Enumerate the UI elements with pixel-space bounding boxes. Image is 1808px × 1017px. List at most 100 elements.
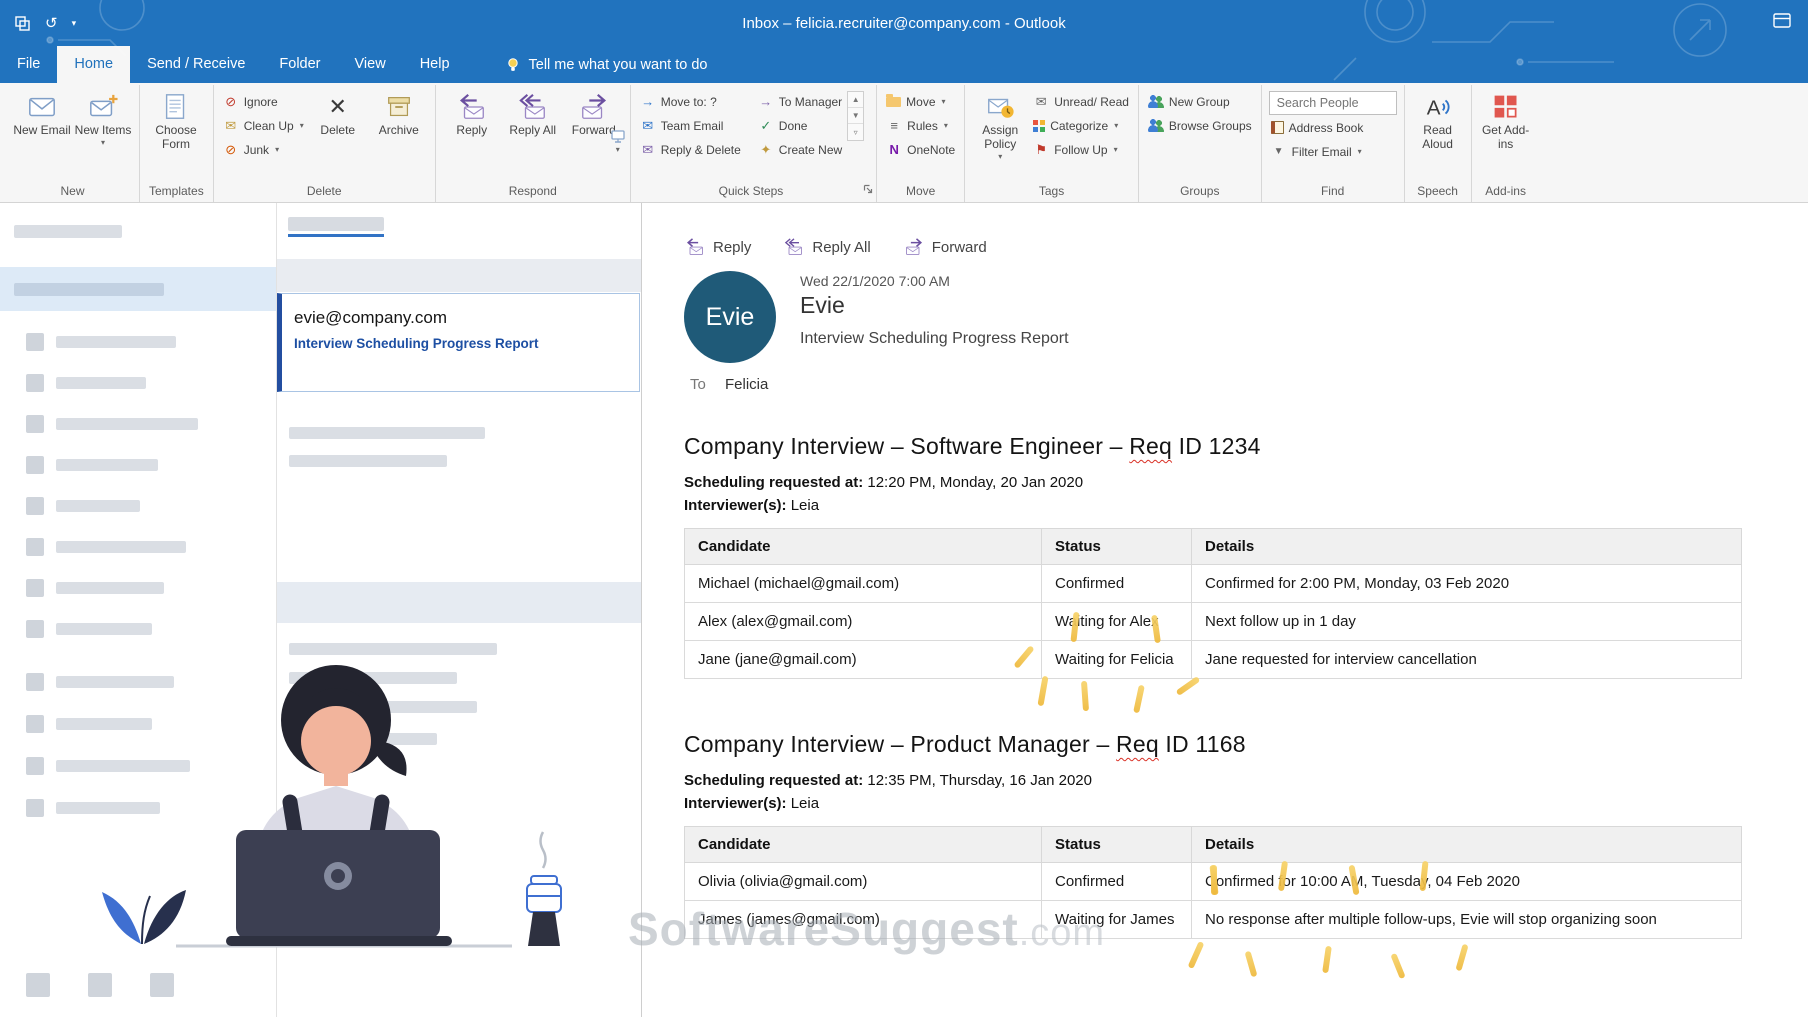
tab-send-receive[interactable]: Send / Receive [130, 46, 262, 83]
move-button[interactable]: Move ▾ [884, 90, 957, 113]
categorize-button[interactable]: Categorize ▾ [1031, 114, 1131, 137]
create-new-quickstep[interactable]: ✦ Create New [756, 138, 844, 161]
cell-status: Waiting for Alex [1042, 603, 1192, 641]
section-heading: Company Interview – Software Engineer – … [684, 433, 1768, 460]
to-manager-quickstep[interactable]: → To Manager [756, 90, 844, 113]
reply-delete-quickstep[interactable]: ✉ Reply & Delete [638, 138, 743, 161]
tab-view[interactable]: View [338, 46, 403, 83]
ribbon-display-options-icon[interactable] [1772, 12, 1792, 35]
message-body: Company Interview – Software Engineer – … [684, 433, 1768, 939]
reply-all-icon [518, 90, 548, 124]
placeholder-bar [56, 802, 160, 814]
nav-mail-icon[interactable] [26, 973, 50, 997]
placeholder-bar [289, 701, 477, 713]
assign-policy-icon [985, 90, 1015, 124]
address-book-label: Address Book [1289, 121, 1364, 135]
respond-more-button[interactable]: ▾ [610, 129, 626, 154]
message-reply-button[interactable]: Reply [684, 237, 751, 257]
nav-calendar-icon[interactable] [88, 973, 112, 997]
reply-button[interactable]: Reply [443, 87, 501, 138]
delete-label: Delete [320, 124, 355, 138]
new-group-label: New Group [1169, 95, 1230, 109]
follow-up-button[interactable]: ⚑ Follow Up ▾ [1031, 138, 1131, 161]
message-forward-button[interactable]: Forward [903, 237, 987, 257]
list-group-header [277, 582, 641, 623]
nav-people-icon[interactable] [150, 973, 174, 997]
group-label-delete: Delete [221, 181, 428, 202]
junk-button[interactable]: ⊘ Junk ▾ [221, 138, 306, 161]
dropdown-caret-icon: ▾ [101, 139, 105, 147]
new-group-button[interactable]: New Group [1146, 90, 1254, 113]
message-reply-all-label: Reply All [812, 239, 870, 256]
create-new-icon: ✦ [758, 142, 774, 158]
reply-all-label: Reply All [509, 124, 556, 138]
move-to-quickstep[interactable]: → Move to: ? [638, 90, 743, 113]
placeholder-icon [26, 374, 44, 392]
done-quickstep[interactable]: ✓ Done [756, 114, 844, 137]
cell-candidate: Olivia (olivia@gmail.com) [685, 863, 1042, 901]
selected-email-item[interactable]: evie@company.com Interview Scheduling Pr… [277, 293, 640, 392]
choose-form-button[interactable]: Choose Form [147, 87, 205, 152]
new-email-label: New Email [13, 124, 70, 138]
message-sender-name: Evie [800, 292, 1069, 319]
delete-button[interactable]: ✕ Delete [309, 87, 367, 138]
ribbon-group-quick-steps: → Move to: ? ✉ Team Email ✉ Reply & Dele… [631, 85, 877, 202]
titlebar: ↺ ▾ Inbox – felicia.recruiter@company.co… [0, 0, 1808, 46]
ignore-icon: ⊘ [223, 94, 239, 110]
scheduling-value: 12:35 PM, Thursday, 16 Jan 2020 [867, 772, 1092, 789]
address-book-button[interactable]: Address Book [1269, 116, 1397, 139]
gallery-more-icon[interactable]: ▿ [848, 124, 863, 140]
interviewer-label: Interviewer(s): [684, 795, 787, 812]
assign-policy-button[interactable]: Assign Policy ▾ [972, 87, 1028, 161]
quick-steps-dialog-launcher[interactable] [863, 181, 873, 199]
clean-up-button[interactable]: ✉ Clean Up ▾ [221, 114, 306, 137]
customize-qat-caret-icon[interactable]: ▾ [72, 18, 77, 29]
tab-file[interactable]: File [0, 46, 57, 83]
gallery-down-icon[interactable]: ▼ [848, 108, 863, 124]
message-reply-all-button[interactable]: Reply All [783, 237, 870, 257]
interviewer-label: Interviewer(s): [684, 497, 787, 514]
send-receive-icon[interactable] [14, 15, 31, 32]
browse-groups-button[interactable]: Browse Groups [1146, 114, 1254, 137]
selected-folder-row[interactable] [0, 267, 276, 311]
ribbon-group-addins: Get Add-ins Add-ins [1472, 85, 1540, 202]
focused-tab-placeholder[interactable] [288, 217, 384, 231]
unread-read-button[interactable]: ✉ Unread/ Read [1031, 90, 1131, 113]
rules-button[interactable]: ≡ Rules ▾ [884, 114, 957, 137]
search-people-input[interactable] [1269, 91, 1397, 115]
read-aloud-button[interactable]: Read Aloud [1412, 87, 1464, 152]
filter-email-button[interactable]: ▼ Filter Email ▾ [1269, 140, 1397, 163]
cell-candidate: James (james@gmail.com) [685, 901, 1042, 939]
to-manager-label: To Manager [779, 95, 842, 109]
ribbon: New Email New Items ▾ New Choose Form Te… [0, 83, 1808, 203]
get-addins-label: Get Add-ins [1479, 124, 1533, 152]
archive-button[interactable]: Archive [370, 87, 428, 138]
placeholder-bar [56, 459, 158, 471]
tell-me-box[interactable]: Tell me what you want to do [505, 46, 708, 83]
reply-delete-icon: ✉ [640, 142, 656, 158]
scheduling-label: Scheduling requested at: [684, 474, 863, 491]
tab-folder[interactable]: Folder [262, 46, 337, 83]
undo-icon[interactable]: ↺ [45, 14, 58, 32]
choose-form-label: Choose Form [147, 124, 205, 152]
col-header-candidate: Candidate [685, 529, 1042, 565]
ribbon-group-delete: ⊘ Ignore ✉ Clean Up ▾ ⊘ Junk ▾ ✕ [214, 85, 436, 202]
gallery-up-icon[interactable]: ▲ [848, 92, 863, 108]
to-label: To [690, 376, 706, 393]
get-addins-button[interactable]: Get Add-ins [1479, 87, 1533, 152]
table-row: Michael (michael@gmail.com) Confirmed Co… [685, 565, 1742, 603]
tab-home[interactable]: Home [57, 46, 130, 83]
message-list-pane: evie@company.com Interview Scheduling Pr… [277, 203, 642, 1017]
team-email-quickstep[interactable]: ✉ Team Email [638, 114, 743, 137]
ignore-button[interactable]: ⊘ Ignore [221, 90, 306, 113]
new-items-button[interactable]: New Items ▾ [74, 87, 132, 147]
placeholder-bar [289, 643, 497, 655]
reply-icon [684, 237, 706, 257]
quick-steps-gallery-scrollbar[interactable]: ▲ ▼ ▿ [847, 91, 864, 141]
onenote-button[interactable]: N OneNote [884, 138, 957, 161]
group-label-speech: Speech [1412, 181, 1464, 202]
new-email-button[interactable]: New Email [13, 87, 71, 138]
reply-all-button[interactable]: Reply All [504, 87, 562, 138]
follow-up-flag-icon: ⚑ [1033, 142, 1049, 158]
tab-help[interactable]: Help [403, 46, 467, 83]
